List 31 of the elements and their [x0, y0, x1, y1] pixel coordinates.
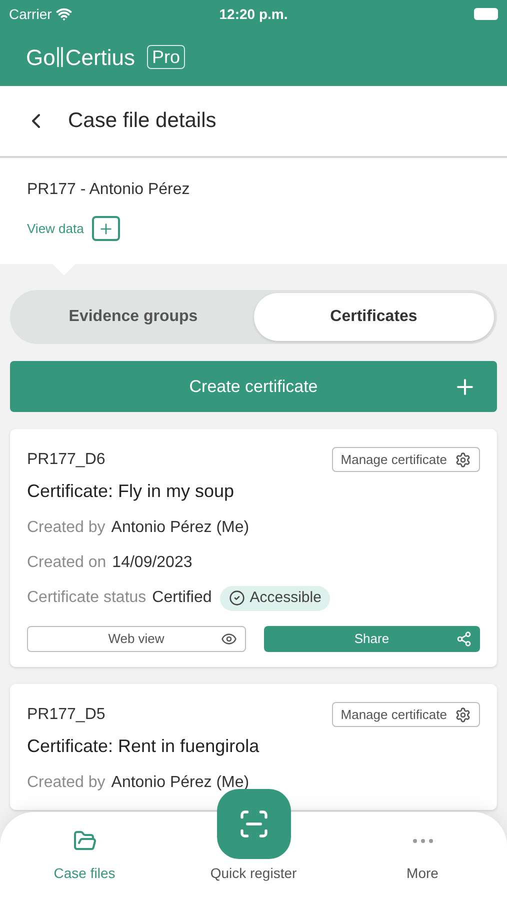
logo-text: Certius: [65, 44, 136, 72]
certificate-code: PR177_D6: [27, 450, 106, 470]
field-label: Created by: [27, 518, 106, 538]
field-label: Created on: [27, 553, 106, 573]
clock: 12:20 p.m.: [219, 4, 288, 24]
create-certificate-button[interactable]: Create certificate: [10, 361, 497, 412]
page-title: Case file details: [68, 108, 216, 134]
carrier-label: Carrier: [9, 4, 52, 24]
certificate-title: Certificate: Rent in fuengirola: [27, 735, 260, 758]
certificate-title: Certificate: Fly in my soup: [27, 480, 236, 503]
field-value: 14/09/2023: [112, 553, 192, 573]
certificate-code: PR177_D5: [27, 704, 106, 724]
field-value: Antonio Pérez (Me): [111, 773, 250, 793]
web-view-button[interactable]: Web view: [27, 626, 246, 652]
field-value: Certified: [152, 588, 212, 608]
manage-certificate-button[interactable]: Manage certificate: [332, 702, 480, 727]
share-button[interactable]: Share: [264, 626, 480, 652]
nav-item[interactable]: More: [406, 863, 438, 884]
view-data-link[interactable]: View data: [27, 218, 84, 238]
tab[interactable]: Certificates: [254, 293, 494, 341]
status-badge: Accessible: [220, 586, 330, 610]
tab[interactable]: Evidence groups: [13, 293, 254, 341]
field-value: Antonio Pérez (Me): [111, 518, 250, 538]
logo-text: Go: [26, 44, 56, 72]
field-label: Created by: [27, 773, 106, 793]
nav-item[interactable]: Case files: [54, 863, 116, 884]
pro-badge: Pro: [147, 45, 186, 69]
manage-certificate-button[interactable]: Manage certificate: [332, 447, 480, 472]
nav-item[interactable]: Quick register: [210, 863, 297, 884]
case-file-title: PR177 - Antonio Pérez: [27, 180, 191, 200]
field-label: Certificate status: [27, 588, 146, 608]
